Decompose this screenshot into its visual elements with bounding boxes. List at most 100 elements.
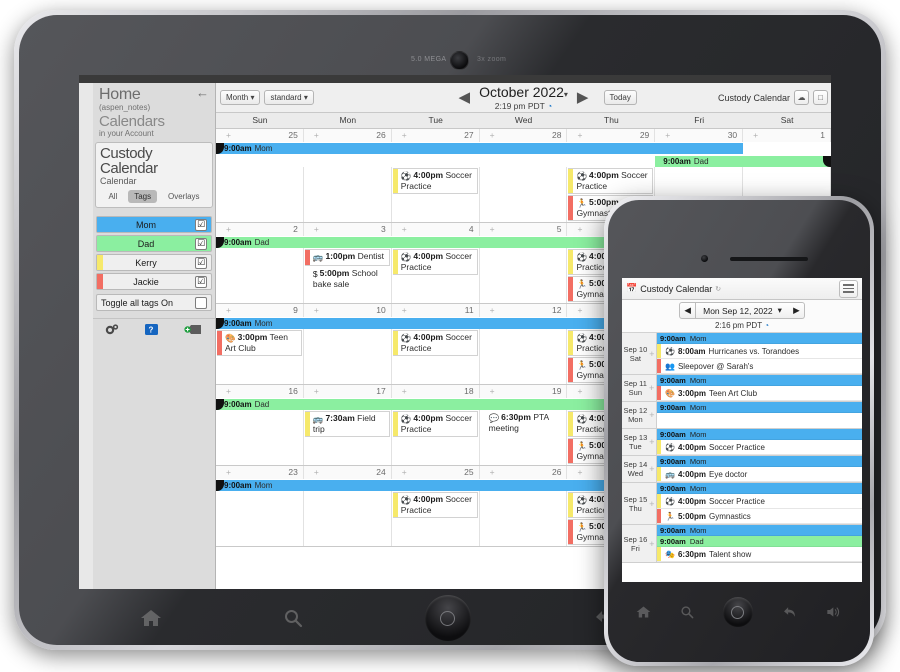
menu-icon[interactable] — [839, 279, 858, 298]
day-number-cell[interactable]: +2 — [216, 223, 304, 236]
next-day-button[interactable]: ▶ — [788, 302, 805, 319]
calendar-event[interactable]: 💬 6:30pm PTA meeting — [481, 411, 566, 435]
add-event-icon[interactable]: + — [226, 223, 231, 236]
add-tag-icon[interactable] — [184, 323, 203, 336]
day-cell[interactable]: 💬 6:30pm PTA meeting — [480, 410, 568, 465]
calendar-event[interactable]: 🎭 6:30pm Talent show — [657, 547, 862, 562]
day-number-cell[interactable]: +10 — [304, 304, 392, 317]
day-number-cell[interactable]: +16 — [216, 385, 304, 398]
day-number-cell[interactable]: +19 — [480, 385, 568, 398]
panel-toggle-icon[interactable]: □ — [813, 90, 828, 105]
prev-day-button[interactable]: ◀ — [679, 302, 697, 319]
all-day-event[interactable]: 9:00am Mom — [657, 402, 862, 413]
day-cell[interactable]: ⚽ 4:00pm Soccer Practice — [392, 410, 480, 465]
add-event-icon[interactable]: + — [577, 304, 582, 317]
day-cell[interactable]: ⚽ 4:00pm Soccer Practice — [392, 491, 480, 546]
calendar-event[interactable]: 🚌 4:00pm Eye doctor — [657, 467, 862, 482]
view-mode-button[interactable]: Month ▾ — [220, 90, 261, 105]
tag-row-dad[interactable]: Dad ☑ — [96, 235, 212, 252]
add-event-icon[interactable]: + — [577, 466, 582, 479]
day-number-cell[interactable]: +1 — [743, 129, 831, 142]
day-number-cell[interactable]: +4 — [392, 223, 480, 236]
segment-all[interactable]: All — [102, 190, 123, 203]
day-cell[interactable] — [216, 167, 304, 222]
day-number-cell[interactable]: +28 — [480, 129, 568, 142]
day-cell[interactable] — [216, 491, 304, 546]
add-event-icon[interactable]: + — [490, 129, 495, 142]
add-event-icon[interactable]: + — [402, 466, 407, 479]
style-button[interactable]: standard ▾ — [264, 90, 314, 105]
all-day-event[interactable]: 9:00am Mom — [657, 333, 862, 344]
volume-icon[interactable] — [826, 605, 842, 619]
add-event-icon[interactable]: + — [226, 304, 231, 317]
calendar-event[interactable]: 🚌 7:30am Field trip — [304, 411, 390, 437]
search-icon[interactable] — [283, 608, 303, 628]
home-button[interactable] — [722, 597, 753, 627]
all-day-event[interactable]: 9:00am Mom — [657, 483, 862, 494]
add-event-icon[interactable]: + — [577, 223, 582, 236]
day-number-cell[interactable]: +3 — [304, 223, 392, 236]
segment-tags[interactable]: Tags — [128, 190, 158, 203]
add-event-icon[interactable]: + — [490, 466, 495, 479]
day-number-cell[interactable]: +5 — [480, 223, 568, 236]
today-button[interactable]: Today — [603, 90, 637, 105]
day-cell[interactable] — [480, 329, 568, 384]
add-event-icon[interactable]: + — [402, 304, 407, 317]
calendar-event[interactable]: ⚽4:00pm Soccer Practice — [392, 411, 478, 437]
all-day-event[interactable]: 9:00am Dad — [657, 536, 862, 547]
add-event-icon[interactable]: + — [402, 129, 407, 142]
add-event-icon[interactable]: + — [649, 464, 654, 474]
all-day-event[interactable]: 9:00am Mom — [657, 429, 862, 440]
day-cell[interactable]: ⚽ 4:00pm Soccer Practice — [392, 248, 480, 303]
day-number-cell[interactable]: +12 — [480, 304, 568, 317]
calendar-event[interactable]: 🏃 5:00pm Gymnastics — [657, 509, 862, 524]
add-event-icon[interactable]: + — [314, 466, 319, 479]
cloud-icon[interactable]: ☁ — [794, 90, 809, 105]
day-cell[interactable] — [216, 410, 304, 465]
add-event-icon[interactable]: + — [490, 304, 495, 317]
day-cell[interactable] — [480, 248, 568, 303]
segment-overlays[interactable]: Overlays — [162, 190, 206, 203]
day-number-cell[interactable]: +30 — [655, 129, 744, 142]
tag-checkbox[interactable]: ☑ — [195, 218, 207, 231]
day-number-cell[interactable]: +26 — [480, 466, 568, 479]
day-number-cell[interactable]: +26 — [304, 129, 392, 142]
back-arrow-icon[interactable]: ← — [196, 86, 209, 99]
back-icon[interactable] — [782, 605, 797, 619]
all-day-event[interactable]: 9:00am Mom — [657, 375, 862, 386]
day-number-cell[interactable]: +9 — [216, 304, 304, 317]
add-event-icon[interactable]: + — [490, 223, 495, 236]
toggle-all-tags-row[interactable]: Toggle all tags On — [96, 294, 212, 311]
calendar-event[interactable]: ⚽4:00pm Soccer Practice — [568, 168, 654, 194]
tag-row-kerry[interactable]: Kerry ☑ — [96, 254, 212, 271]
all-day-event[interactable]: 9:00am Mom — [216, 143, 744, 154]
calendar-event[interactable]: ⚽ 8:00am Hurricanes vs. Torandoes — [657, 344, 862, 359]
calendar-card[interactable]: Custody Calendar Calendar All Tags Overl… — [95, 142, 213, 208]
add-event-icon[interactable]: + — [402, 223, 407, 236]
add-event-icon[interactable]: + — [314, 129, 319, 142]
add-event-icon[interactable]: + — [665, 129, 670, 142]
calendar-event[interactable]: 👥 Sleepover @ Sarah's — [657, 359, 862, 374]
day-cell[interactable] — [304, 491, 392, 546]
calendar-event[interactable]: 🚌 1:00pm Dentist — [304, 249, 390, 266]
calendar-event[interactable]: ⚽4:00pm Soccer Practice — [392, 330, 478, 356]
day-cell[interactable] — [216, 248, 304, 303]
help-icon[interactable]: ? — [144, 323, 159, 336]
home-icon[interactable] — [140, 608, 162, 628]
day-cell[interactable] — [480, 167, 568, 222]
all-day-event[interactable]: 9:00am Mom — [657, 456, 862, 467]
day-cell[interactable]: 🚌 1:00pm Dentist $5:00pm School bake sale — [304, 248, 392, 303]
tag-row-jackie[interactable]: Jackie ☑ — [96, 273, 212, 290]
add-event-icon[interactable]: + — [577, 129, 582, 142]
all-day-event[interactable]: 9:00am Dad — [655, 156, 831, 167]
all-day-event[interactable]: 9:00am Mom — [657, 525, 862, 536]
refresh-icon[interactable]: ↻ — [715, 285, 721, 293]
add-event-icon[interactable]: + — [753, 129, 758, 142]
add-event-icon[interactable]: + — [490, 385, 495, 398]
next-month-button[interactable]: ▶ — [577, 90, 589, 105]
add-event-icon[interactable]: + — [577, 385, 582, 398]
day-number-cell[interactable]: +24 — [304, 466, 392, 479]
calendar-event[interactable]: ⚽4:00pm Soccer Practice — [392, 249, 478, 275]
date-picker-button[interactable]: Mon Sep 12, 2022 ▾ — [696, 302, 789, 319]
gear-icon[interactable] — [105, 323, 120, 336]
